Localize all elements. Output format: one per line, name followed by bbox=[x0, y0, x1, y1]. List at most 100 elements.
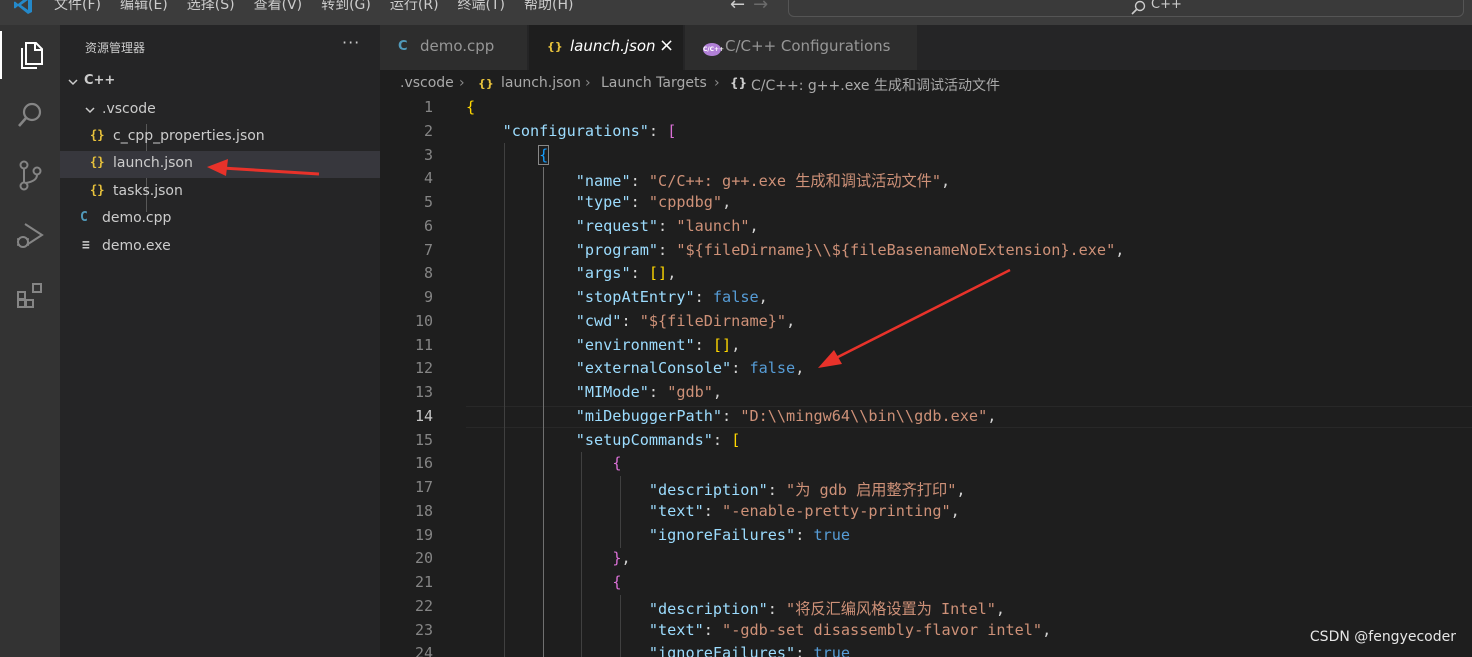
explorer-title: 资源管理器 bbox=[85, 41, 146, 55]
file-tasks-json[interactable]: {} tasks.json bbox=[60, 179, 380, 206]
code-line: "request": "launch", bbox=[575, 217, 759, 235]
code-line: "ignoreFailures": true bbox=[648, 644, 851, 657]
line-number: 1 bbox=[423, 98, 433, 116]
menu-run[interactable]: 运行(R) bbox=[390, 0, 439, 16]
line-number: 18 bbox=[414, 502, 433, 520]
file-demo-exe[interactable]: ≡ demo.exe bbox=[60, 234, 380, 261]
explorer-sidebar: 资源管理器 ··· C++ .vscode {} c_cpp_propertie… bbox=[60, 25, 380, 657]
activity-bar bbox=[0, 25, 60, 657]
file-demo-cpp[interactable]: C demo.cpp bbox=[60, 206, 380, 233]
code-line-current: "miDebuggerPath": "D:\\mingw64\\bin\\gdb… bbox=[575, 407, 997, 425]
code-line: "stopAtEntry": false, bbox=[575, 288, 768, 306]
tab-cpp-configurations[interactable]: C/C++ C/C++ Configurations bbox=[685, 25, 918, 70]
menu-terminal[interactable]: 终端(T) bbox=[458, 0, 505, 16]
object-icon: {} bbox=[730, 76, 748, 90]
tab-label: C/C++ Configurations bbox=[725, 37, 891, 55]
code-editor[interactable]: 1 2 3 4 5 6 7 8 9 10 11 12 13 14 15 16 1… bbox=[380, 97, 1472, 657]
cpp-icon: C bbox=[398, 39, 408, 54]
code-line: "description": "为 gdb 启用整齐打印", bbox=[648, 481, 966, 499]
line-number: 15 bbox=[414, 431, 433, 449]
tab-label: demo.cpp bbox=[420, 37, 495, 55]
search-icon bbox=[18, 102, 42, 127]
tab-label: launch.json bbox=[570, 37, 656, 55]
tab-launch-json[interactable]: {} launch.json × bbox=[529, 25, 684, 70]
menu-edit[interactable]: 编辑(E) bbox=[120, 0, 168, 16]
json-icon: {} bbox=[90, 183, 105, 197]
line-number: 2 bbox=[423, 122, 433, 140]
folder-root[interactable]: C++ bbox=[60, 69, 380, 96]
json-icon: {} bbox=[90, 155, 105, 169]
search-view-button[interactable] bbox=[0, 91, 60, 139]
file-label: launch.json bbox=[113, 155, 193, 171]
line-number: 4 bbox=[423, 169, 433, 187]
json-icon: {} bbox=[547, 40, 563, 53]
line-number: 23 bbox=[414, 621, 433, 639]
line-number: 21 bbox=[414, 573, 433, 591]
code-line: "MIMode": "gdb", bbox=[575, 383, 723, 401]
code-line: "description": "将反汇编风格设置为 Intel", bbox=[648, 600, 1006, 618]
extensions-icon bbox=[17, 283, 42, 308]
code-line: { bbox=[612, 573, 622, 591]
code-line: "setupCommands": [ bbox=[575, 431, 741, 449]
chevron-down-icon bbox=[68, 79, 78, 86]
chevron-right-icon: › bbox=[714, 75, 720, 91]
file-label: demo.exe bbox=[102, 238, 171, 254]
line-number: 5 bbox=[423, 193, 433, 211]
breadcrumb-item[interactable]: Launch Targets bbox=[601, 75, 707, 91]
extensions-button[interactable] bbox=[0, 271, 60, 319]
line-number: 7 bbox=[423, 241, 433, 259]
line-number: 8 bbox=[423, 264, 433, 282]
file-label: tasks.json bbox=[113, 183, 183, 199]
command-center-search[interactable]: C++ bbox=[788, 0, 1464, 17]
breadcrumb-item[interactable]: launch.json bbox=[501, 75, 581, 91]
explorer-button[interactable] bbox=[0, 31, 60, 79]
file-c-cpp-properties[interactable]: {} c_cpp_properties.json bbox=[60, 124, 380, 151]
code-line: }, bbox=[612, 549, 631, 567]
menu-help[interactable]: 帮助(H) bbox=[524, 0, 573, 16]
code-line: "configurations": [ bbox=[502, 122, 677, 140]
line-number: 16 bbox=[414, 454, 433, 472]
code-line: "cwd": "${fileDirname}", bbox=[575, 312, 796, 330]
code-line: "text": "-enable-pretty-printing", bbox=[648, 502, 960, 520]
breadcrumb-item[interactable]: .vscode bbox=[400, 75, 454, 91]
title-bar: 文件(F) 编辑(E) 选择(S) 查看(V) 转到(G) 运行(R) 终端(T… bbox=[0, 0, 1472, 25]
menu-file[interactable]: 文件(F) bbox=[54, 0, 101, 16]
line-number: 13 bbox=[414, 383, 433, 401]
vscode-logo-icon bbox=[14, 0, 32, 14]
navigation-arrows: ← → bbox=[730, 0, 768, 16]
line-number: 6 bbox=[423, 217, 433, 235]
line-number: 9 bbox=[423, 288, 433, 306]
folder-vscode-label: .vscode bbox=[102, 101, 156, 117]
menu-view[interactable]: 查看(V) bbox=[254, 0, 303, 16]
line-number: 19 bbox=[414, 526, 433, 544]
source-control-button[interactable] bbox=[0, 151, 60, 199]
menu-go[interactable]: 转到(G) bbox=[321, 0, 371, 16]
line-number: 17 bbox=[414, 478, 433, 496]
more-actions-icon[interactable]: ··· bbox=[342, 33, 360, 52]
folder-root-label: C++ bbox=[84, 73, 116, 88]
code-line: "text": "-gdb-set disassembly-flavor int… bbox=[648, 621, 1052, 639]
file-launch-json[interactable]: {} launch.json bbox=[60, 151, 380, 178]
forward-arrow-icon[interactable]: → bbox=[753, 0, 768, 15]
run-debug-icon bbox=[17, 223, 44, 248]
folder-vscode[interactable]: .vscode bbox=[60, 97, 380, 124]
search-text: C++ bbox=[1151, 0, 1182, 12]
editor-tabs: C demo.cpp {} launch.json × C/C++ C/C++ … bbox=[380, 25, 1472, 70]
tab-demo-cpp[interactable]: C demo.cpp bbox=[380, 25, 528, 70]
cpp-icon: C bbox=[80, 210, 88, 225]
breadcrumb-item[interactable]: C/C++: g++.exe 生成和调试活动文件 bbox=[751, 75, 1000, 95]
line-number: 22 bbox=[414, 597, 433, 615]
run-debug-button[interactable] bbox=[0, 211, 60, 259]
close-icon[interactable]: × bbox=[659, 35, 674, 56]
back-arrow-icon[interactable]: ← bbox=[730, 0, 745, 15]
line-number: 24 bbox=[414, 644, 433, 657]
code-line: "name": "C/C++: g++.exe 生成和调试活动文件", bbox=[575, 172, 951, 190]
line-number: 3 bbox=[423, 146, 433, 164]
code-line: "ignoreFailures": true bbox=[648, 526, 851, 544]
line-number: 12 bbox=[414, 359, 433, 377]
files-icon bbox=[21, 42, 43, 69]
cpp-config-icon: C/C++ bbox=[703, 40, 724, 56]
chevron-down-icon bbox=[85, 107, 95, 114]
menu-selection[interactable]: 选择(S) bbox=[187, 0, 235, 16]
chevron-right-icon: › bbox=[585, 75, 591, 91]
